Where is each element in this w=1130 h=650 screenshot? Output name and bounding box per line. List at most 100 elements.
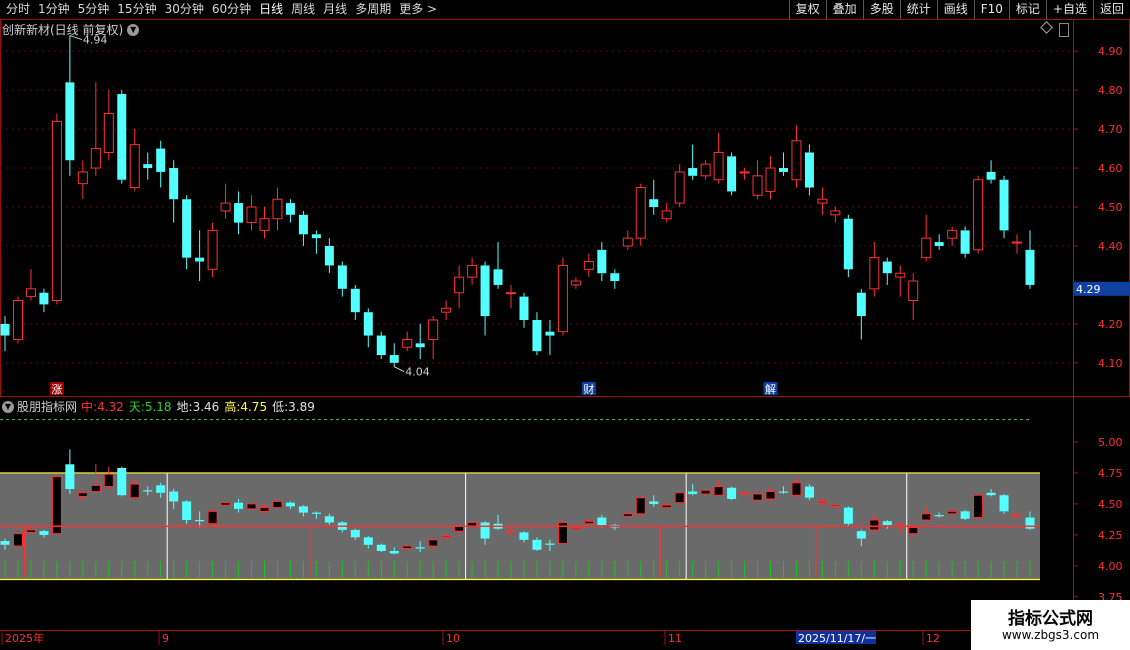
ind-candle-14 (182, 501, 192, 521)
ind-candle-20 (259, 507, 270, 512)
ind-candle-0 (0, 541, 10, 545)
ind-candle-8 (103, 473, 114, 488)
ind-candle-59 (765, 491, 776, 500)
ind-y-tick-label-1: 4.75 (1098, 467, 1123, 480)
ind-candle-74 (960, 511, 970, 519)
ind-candle-46 (597, 517, 607, 525)
ind-y-tick-label-3: 4.25 (1098, 529, 1123, 542)
main-candle-14 (182, 199, 192, 258)
candlestick-chart[interactable]: 4.90 4.80 4.70 4.60 4.50 4.40 4.20 4.10 4.29 4.94… (0, 0, 1130, 650)
main-candle-71 (921, 237, 932, 259)
main-candle-64 (830, 210, 841, 216)
main-pane-frame (0, 19, 1130, 397)
ind-candle-2 (25, 529, 36, 533)
y-tick-label-3: 4.60 (1098, 162, 1123, 175)
main-candle-42 (545, 331, 555, 336)
y-tick-label-7: 4.20 (1098, 318, 1123, 331)
ind-candle-44 (570, 526, 581, 530)
ind-y-tick-label-4: 4.00 (1098, 560, 1123, 573)
main-candle-62 (804, 152, 814, 188)
ind-candle-53 (688, 491, 698, 494)
time-label-2: 10 (446, 632, 460, 645)
main-candle-74 (960, 230, 970, 254)
main-candle-10 (129, 144, 140, 189)
ind-candle-45 (583, 520, 594, 525)
main-candle-53 (688, 168, 698, 176)
main-candle-29 (376, 335, 386, 356)
ind-candle-68 (882, 521, 892, 525)
ind-y-tick-label-0: 5.00 (1098, 436, 1123, 449)
ind-candle-28 (363, 537, 373, 545)
ind-candle-39 (506, 530, 517, 533)
ind-candle-79 (1025, 517, 1035, 529)
ind-candle-19 (246, 503, 257, 510)
main-candle-55 (713, 151, 724, 181)
main-candle-32 (415, 343, 425, 348)
low-pointer (394, 366, 405, 373)
watermark-title: 指标公式网 (1008, 609, 1093, 629)
main-candle-77 (999, 179, 1009, 231)
main-candle-52 (674, 171, 685, 204)
ind-candle-52 (674, 492, 685, 504)
watermark-logo: 指标公式网 www.zbgs3.com (971, 600, 1130, 650)
main-candle-12 (156, 148, 166, 172)
main-candle-56 (727, 156, 737, 192)
main-candle-34 (441, 307, 452, 313)
ind-candle-54 (700, 489, 711, 495)
main-candle-22 (285, 203, 295, 215)
main-candle-8 (103, 113, 114, 153)
ind-candle-34 (441, 535, 452, 538)
ind-candle-6 (77, 492, 88, 497)
y-tick-label-8: 4.10 (1098, 357, 1123, 370)
ind-candle-40 (519, 532, 529, 540)
ind-candle-21 (272, 500, 283, 509)
time-label-3: 11 (668, 632, 682, 645)
low-price-label: 4.04 (405, 366, 430, 379)
ind-candle-76 (986, 492, 996, 496)
main-candle-50 (649, 199, 659, 207)
main-candle-49 (635, 187, 646, 239)
ind-candle-11 (143, 490, 153, 492)
main-candle-59 (765, 167, 776, 192)
ind-candle-63 (817, 500, 828, 504)
ind-candle-66 (856, 531, 866, 539)
ind-candle-75 (973, 494, 984, 519)
y-tick-label-5: 4.40 (1098, 240, 1123, 253)
main-candle-39 (506, 292, 517, 295)
current-price-label: 4.29 (1076, 283, 1101, 296)
main-candle-5 (65, 82, 75, 161)
ind-candle-9 (117, 467, 127, 496)
ind-candle-31 (402, 545, 413, 549)
main-candle-48 (622, 237, 633, 247)
main-candle-43 (557, 264, 568, 333)
main-candle-54 (700, 163, 711, 177)
ind-candle-65 (843, 507, 853, 524)
ind-candle-33 (428, 539, 439, 547)
ind-candle-61 (791, 482, 802, 496)
ind-candle-30 (389, 550, 399, 554)
ind-candle-32 (415, 547, 425, 549)
time-label-5: 12 (926, 632, 940, 645)
main-candle-76 (986, 171, 996, 180)
ind-candle-58 (752, 493, 763, 501)
main-candle-20 (259, 218, 270, 231)
main-candle-69 (895, 272, 906, 278)
ind-candle-67 (869, 519, 880, 531)
main-candle-18 (234, 203, 244, 223)
main-candle-28 (363, 312, 373, 336)
main-candle-46 (597, 249, 607, 274)
main-candle-3 (39, 292, 49, 305)
main-candle-17 (220, 202, 231, 212)
ind-candle-18 (234, 502, 244, 509)
main-candle-57 (739, 171, 750, 174)
main-candle-41 (532, 319, 542, 352)
main-candle-38 (493, 269, 503, 285)
main-candle-15 (195, 257, 205, 262)
main-candle-4 (51, 120, 62, 301)
ind-candle-4 (51, 476, 62, 535)
ind-candle-56 (727, 487, 737, 499)
main-candle-25 (324, 245, 334, 266)
ind-candle-60 (778, 491, 788, 493)
event-marker-0: 涨 (51, 383, 62, 396)
time-label-0: 2025年 (5, 631, 44, 645)
